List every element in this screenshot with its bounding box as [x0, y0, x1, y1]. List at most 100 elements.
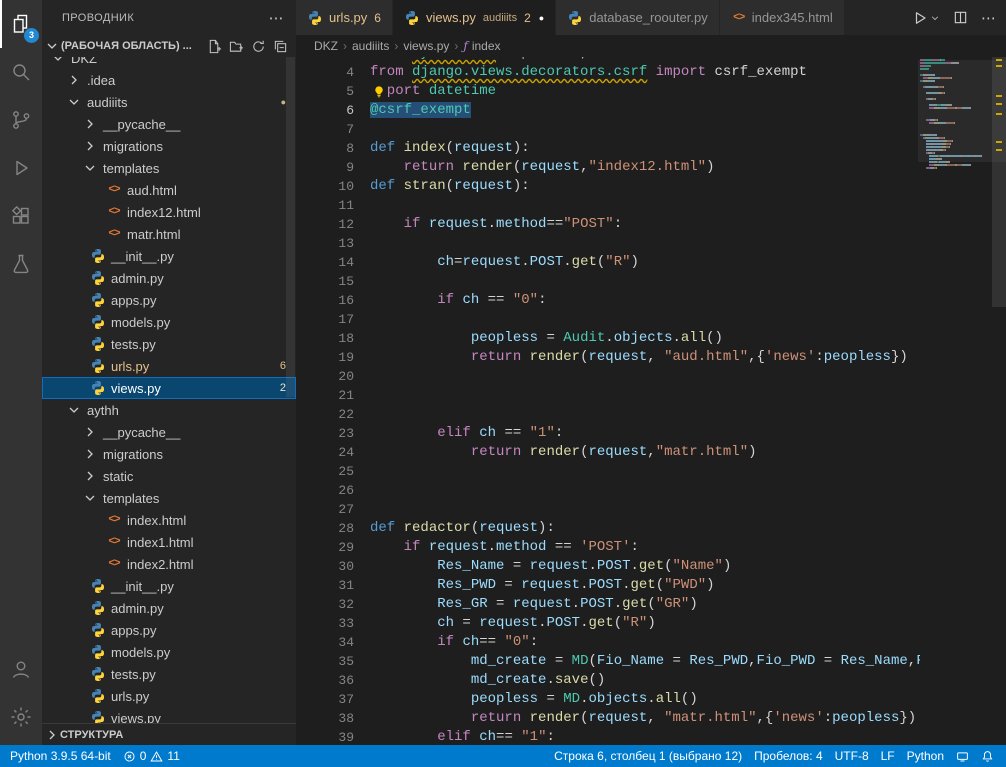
activity-search[interactable] [0, 48, 42, 96]
tree-item-apps.py[interactable]: apps.py [42, 289, 296, 311]
tree-item-tests.py[interactable]: tests.py [42, 333, 296, 355]
activity-run-debug[interactable] [0, 144, 42, 192]
code-line-36[interactable]: 36 md_create.save() [296, 671, 920, 690]
modified-dot[interactable]: ● [539, 13, 544, 23]
tree-item-aud.html[interactable]: <>aud.html [42, 179, 296, 201]
code-line-4[interactable]: 4from django.views.decorators.csrf impor… [296, 63, 920, 82]
code-line-10[interactable]: 10def stran(request): [296, 177, 920, 196]
tree-item-__pycache__[interactable]: __pycache__ [42, 113, 296, 135]
code-line-11[interactable]: 11 [296, 196, 920, 215]
tree-item-views.py[interactable]: views.py2 [42, 377, 296, 399]
account-button[interactable] [0, 645, 42, 693]
python-interpreter[interactable]: Python 3.9.5 64-bit [4, 745, 117, 767]
tab-views.py[interactable]: views.pyaudiiits2● [393, 0, 556, 35]
code-line-30[interactable]: 30 Res_Name = request.POST.get("Name") [296, 557, 920, 576]
tree-item-views.py[interactable]: views.py [42, 707, 296, 723]
new-file-icon[interactable] [207, 39, 222, 54]
cast-icon[interactable] [950, 745, 975, 767]
breadcrumb-item-audiiits[interactable]: audiiits [352, 39, 389, 53]
split-editor-icon[interactable] [953, 10, 968, 25]
tree-item-audiiits[interactable]: audiiits● [42, 91, 296, 113]
tree-item-migrations[interactable]: migrations [42, 135, 296, 157]
code-line-35[interactable]: 35 md_create = MD(Fio_Name = Res_PWD,Fio… [296, 652, 920, 671]
code-line-29[interactable]: 29 if request.method == 'POST': [296, 538, 920, 557]
language-mode[interactable]: Python [901, 745, 950, 767]
minimap[interactable] [920, 57, 992, 745]
lightbulb-icon[interactable] [372, 85, 386, 99]
code-line-13[interactable]: 13 [296, 234, 920, 253]
code-line-22[interactable]: 22 [296, 405, 920, 424]
code-line-5[interactable]: 5import datetime [296, 82, 920, 101]
cursor-position[interactable]: Строка 6, столбец 1 (выбрано 12) [548, 745, 748, 767]
breadcrumb-item-views.py[interactable]: views.py [403, 39, 449, 53]
tree-item-index2.html[interactable]: <>index2.html [42, 553, 296, 575]
tree-item-__init__.py[interactable]: __init__.py [42, 245, 296, 267]
eol-setting[interactable]: LF [875, 745, 901, 767]
tree-item-models.py[interactable]: models.py [42, 311, 296, 333]
code-line-20[interactable]: 20 [296, 367, 920, 386]
code-line-39[interactable]: 39 elif ch== "1": [296, 728, 920, 745]
tree-item-__init__.py[interactable]: __init__.py [42, 575, 296, 597]
tree-item-static[interactable]: static [42, 465, 296, 487]
code-line-18[interactable]: 18 peopless = Audit.objects.all() [296, 329, 920, 348]
activity-extensions[interactable] [0, 192, 42, 240]
code-line-8[interactable]: 8def index(request): [296, 139, 920, 158]
breadcrumb-item-DKZ[interactable]: DKZ [314, 39, 338, 53]
code-line-17[interactable]: 17 [296, 310, 920, 329]
tree-item-admin.py[interactable]: admin.py [42, 597, 296, 619]
code-line-26[interactable]: 26 [296, 481, 920, 500]
activity-testing[interactable] [0, 240, 42, 288]
tree-item-migrations[interactable]: migrations [42, 443, 296, 465]
tree-item-templates[interactable]: templates [42, 487, 296, 509]
code-line-25[interactable]: 25 [296, 462, 920, 481]
breadcrumb-item-index[interactable]: ƒindex [463, 39, 500, 53]
problems-indicator[interactable]: 0 11 [117, 745, 186, 767]
code-line-38[interactable]: 38 return render(request, "matr.html",{'… [296, 709, 920, 728]
code-line-27[interactable]: 27 [296, 500, 920, 519]
code-line-7[interactable]: 7 [296, 120, 920, 139]
tab-urls.py[interactable]: urls.py6 [296, 0, 393, 35]
code-line-31[interactable]: 31 Res_PWD = request.POST.get("PWD") [296, 576, 920, 595]
tree-item-__pycache__[interactable]: __pycache__ [42, 421, 296, 443]
activity-explorer[interactable]: 3 [0, 0, 42, 48]
overview-ruler[interactable] [992, 57, 1006, 745]
editor-more-actions[interactable]: ⋯ [981, 9, 996, 27]
code-line-21[interactable]: 21 [296, 386, 920, 405]
tree-item-DKZ[interactable]: DKZ [42, 57, 296, 69]
code-line-33[interactable]: 33 ch = request.POST.get("R") [296, 614, 920, 633]
indentation-setting[interactable]: Пробелов: 4 [748, 745, 829, 767]
code-line-19[interactable]: 19 return render(request, "aud.html",{'n… [296, 348, 920, 367]
code-line-24[interactable]: 24 return render(request,"matr.html") [296, 443, 920, 462]
settings-button[interactable] [0, 693, 42, 741]
code-line-28[interactable]: 28def redactor(request): [296, 519, 920, 538]
new-folder-icon[interactable] [229, 39, 244, 54]
workspace-section-header[interactable]: (РАБОЧАЯ ОБЛАСТЬ) ... [42, 35, 296, 57]
code-line-16[interactable]: 16 if ch == "0": [296, 291, 920, 310]
tree-item-index1.html[interactable]: <>index1.html [42, 531, 296, 553]
sidebar-more-actions[interactable]: ⋯ [269, 9, 284, 27]
tree-item-aythh[interactable]: aythh [42, 399, 296, 421]
code-line-14[interactable]: 14 ch=request.POST.get("R") [296, 253, 920, 272]
tree-item-index12.html[interactable]: <>index12.html [42, 201, 296, 223]
tree-item-models.py[interactable]: models.py [42, 641, 296, 663]
tree-item-templates[interactable]: templates [42, 157, 296, 179]
code-editor[interactable]: 3from aythModels import MD,Audit4from dj… [296, 57, 920, 745]
collapse-all-icon[interactable] [273, 39, 288, 54]
outline-section-header[interactable]: СТРУКТУРА [42, 723, 296, 745]
activity-source-control[interactable] [0, 96, 42, 144]
tree-item-urls.py[interactable]: urls.py [42, 685, 296, 707]
code-line-9[interactable]: 9 return render(request,"index12.html") [296, 158, 920, 177]
tree-item-tests.py[interactable]: tests.py [42, 663, 296, 685]
tree-item-matr.html[interactable]: <>matr.html [42, 223, 296, 245]
refresh-icon[interactable] [251, 39, 266, 54]
run-python-file-button[interactable] [912, 10, 940, 26]
tree-item-.idea[interactable]: .idea [42, 69, 296, 91]
code-line-37[interactable]: 37 peopless = MD.objects.all() [296, 690, 920, 709]
tree-item-index.html[interactable]: <>index.html [42, 509, 296, 531]
lightbulb-widget[interactable] [370, 83, 387, 100]
code-line-6[interactable]: 6@csrf_exempt [296, 101, 920, 120]
sidebar-scrollbar[interactable] [286, 57, 295, 397]
tab-index345.html[interactable]: <>index345.html [720, 0, 845, 35]
encoding-setting[interactable]: UTF-8 [829, 745, 875, 767]
tree-item-apps.py[interactable]: apps.py [42, 619, 296, 641]
